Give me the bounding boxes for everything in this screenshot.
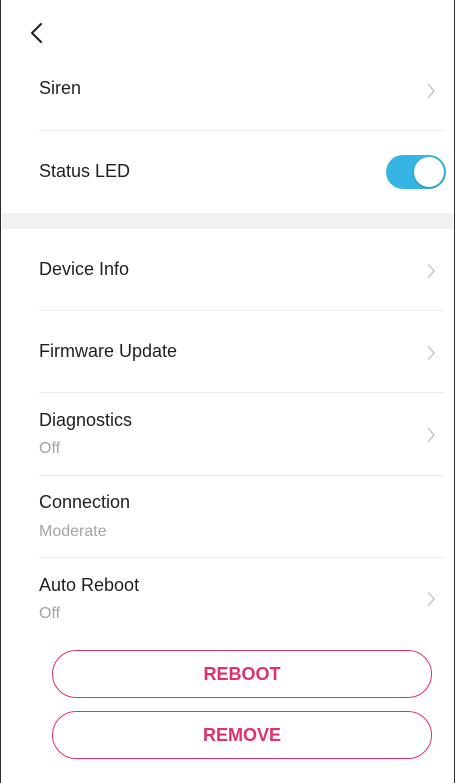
device-info-row[interactable]: Device Info [39, 250, 444, 290]
device-settings-screen: Siren Status LED Device Info Firmware Up… [0, 0, 455, 783]
status-led-row: Status LED [39, 150, 374, 194]
chevron-right-icon [427, 345, 435, 361]
firmware-update-row[interactable]: Firmware Update [39, 332, 444, 372]
siren-row[interactable]: Siren [39, 70, 444, 110]
connection-row: Connection Moderate [39, 486, 444, 546]
auto-reboot-label: Auto Reboot [39, 575, 140, 595]
toggle-knob [414, 157, 444, 187]
connection-label: Connection [39, 492, 131, 512]
section-separator [2, 213, 453, 229]
chevron-left-icon [31, 23, 42, 43]
chevron-right-icon [427, 427, 435, 443]
diagnostics-label: Diagnostics [39, 410, 133, 430]
divider [39, 475, 444, 476]
siren-label: Siren [39, 78, 82, 98]
device-info-label: Device Info [39, 259, 130, 279]
divider [39, 130, 444, 131]
divider [39, 392, 444, 393]
chevron-right-icon [427, 83, 435, 99]
diagnostics-row[interactable]: Diagnostics Off [39, 404, 444, 464]
connection-value: Moderate [39, 523, 107, 540]
status-led-label: Status LED [39, 161, 131, 181]
back-button[interactable] [29, 18, 59, 48]
reboot-button[interactable]: REBOOT [52, 650, 432, 698]
chevron-right-icon [427, 263, 435, 279]
divider [39, 310, 444, 311]
firmware-update-label: Firmware Update [39, 341, 178, 361]
auto-reboot-value: Off [39, 605, 61, 622]
divider [39, 557, 444, 558]
chevron-right-icon [427, 591, 435, 607]
remove-button[interactable]: REMOVE [52, 711, 432, 759]
status-led-toggle[interactable] [386, 155, 446, 189]
auto-reboot-row[interactable]: Auto Reboot Off [39, 571, 444, 631]
diagnostics-value: Off [39, 440, 61, 457]
